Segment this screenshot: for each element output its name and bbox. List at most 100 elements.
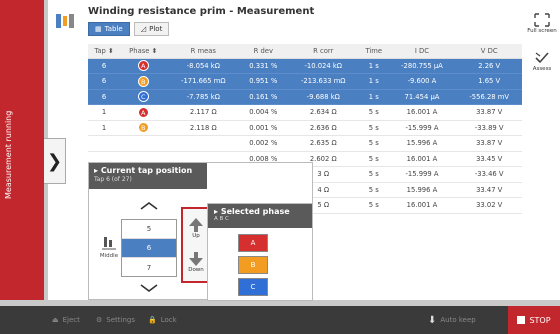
cell-v-dc: -33.89 V	[456, 120, 522, 136]
tap-position-popup: ▸ Current tap position Tap 6 (of 27) Mid…	[88, 162, 313, 301]
assess-icon	[535, 51, 549, 63]
fullscreen-label: Full screen	[527, 27, 557, 34]
table-icon: ▦	[95, 25, 102, 33]
cell-r-dev: 0.161 %	[240, 89, 287, 105]
phase-cell: C	[120, 89, 167, 105]
tab-plot-label: Plot	[149, 25, 163, 33]
col-tap[interactable]: Tap ⬍	[88, 44, 120, 59]
cell-i-dc: 71.454 μA	[387, 89, 457, 105]
table-row[interactable]: 0.002 % 2.635 Ω5 s 15.996 A 33.87 V	[88, 135, 522, 152]
cell-r-corr: -9.688 kΩ	[286, 89, 361, 105]
tab-table-label: Table	[104, 25, 123, 33]
cell-i-dc: 15.996 A	[387, 182, 457, 198]
chevron-down-icon[interactable]	[139, 283, 159, 293]
chevron-up-icon[interactable]	[139, 201, 159, 211]
tap-down-button[interactable]: Down	[188, 251, 204, 273]
cell-i-dc: 16.001 A	[387, 151, 457, 167]
cell-r-corr: -213.633 mΩ	[286, 73, 361, 90]
fullscreen-icon	[534, 12, 550, 27]
side-tools: Full screen Assess	[524, 4, 560, 80]
cell-v-dc: 33.87 V	[456, 135, 522, 152]
table-row[interactable]: 6 A -8.054 kΩ 0.331 % -10.024 kΩ 1 s -280.755 …	[88, 58, 522, 74]
phase-cell: B	[120, 120, 167, 136]
lock-button[interactable]: 🔒 Lock	[148, 313, 177, 327]
cell-r-dev: 0.002 %	[240, 135, 287, 152]
cell-v-dc: 33.47 V	[456, 182, 522, 198]
lock-label: Lock	[160, 316, 177, 324]
phase-a-button[interactable]: A	[238, 234, 268, 252]
cell-time: 5 s	[360, 166, 388, 183]
eject-label: Eject	[62, 316, 80, 324]
table-header: Tap ⬍ Phase ⬍ R meas R dev R corr Time I…	[88, 44, 522, 59]
col-r-meas: R meas	[166, 44, 241, 59]
chevron-right-icon: ❯	[46, 150, 63, 172]
cell-r-meas	[166, 135, 241, 152]
table-row[interactable]: 6 C -7.785 kΩ 0.161 % -9.688 kΩ 1 s 71.454 μA -…	[88, 89, 522, 105]
cell-r-meas: 2.118 Ω	[166, 120, 241, 136]
tap-popup-subtitle: Tap 6 (of 27)	[94, 176, 132, 183]
status-strip: Measurement running	[0, 0, 44, 300]
tab-table[interactable]: ▦ Table	[88, 22, 130, 36]
cell-r-corr: 2.634 Ω	[286, 104, 361, 121]
expand-panel-button[interactable]: ❯	[44, 138, 66, 184]
settings-button[interactable]: ⚙ Settings	[96, 313, 135, 327]
cell-time: 5 s	[360, 120, 388, 136]
phase-popup-header: ▸ Selected phase A B C	[208, 204, 312, 228]
tap-item-selected[interactable]: 6	[122, 239, 176, 258]
fullscreen-button[interactable]: Full screen	[524, 4, 560, 42]
selected-phase-popup: ▸ Selected phase A B C A B C	[207, 203, 313, 301]
cell-i-dc: -15.999 A	[387, 120, 457, 136]
cell-r-dev: 0.331 %	[240, 58, 287, 74]
download-icon: ⬇	[428, 314, 437, 326]
tap-list[interactable]: 5 6 7	[121, 219, 177, 277]
tap-item[interactable]: 7	[122, 258, 176, 277]
autokeep-button[interactable]: ⬇ Auto keep	[428, 313, 476, 327]
tap-item[interactable]: 5	[122, 220, 176, 239]
table-row[interactable]: 6 B -171.665 mΩ 0.951 % -213.633 mΩ 1 s -9.600…	[88, 73, 522, 90]
cell-r-corr: 2.635 Ω	[286, 135, 361, 152]
eject-button[interactable]: ⏏ Eject	[52, 313, 80, 327]
stop-label: STOP	[529, 315, 551, 325]
tap-up-button[interactable]: Up	[188, 217, 204, 239]
cell-v-dc: -33.46 V	[456, 166, 522, 183]
col-time: Time	[360, 44, 388, 59]
col-phase[interactable]: Phase ⬍	[120, 44, 167, 59]
table-row[interactable]: 1 B 2.118 Ω 0.001 % 2.636 Ω5 s -15.999 A -33.8…	[88, 120, 522, 136]
phase-c-icon: C	[137, 91, 149, 103]
phase-cell: A	[120, 58, 167, 74]
cell-i-dc: -15.999 A	[387, 166, 457, 183]
cell-v-dc: 33.02 V	[456, 197, 522, 214]
assess-label: Assess	[532, 65, 552, 72]
cell-v-dc: 33.45 V	[456, 151, 522, 167]
gear-icon: ⚙	[96, 316, 103, 324]
transformer-label: Middle	[99, 253, 119, 259]
assess-button[interactable]: Assess	[524, 42, 560, 80]
phase-c-button[interactable]: C	[238, 278, 268, 296]
cell-r-dev: 0.951 %	[240, 73, 287, 90]
table-row[interactable]: 1 A 2.117 Ω 0.004 % 2.634 Ω5 s 16.001 A 33.87 …	[88, 104, 522, 121]
phase-b-button[interactable]: B	[238, 256, 268, 274]
winding-resistance-icon	[54, 10, 76, 32]
phase-popup-subtitle: A B C	[214, 216, 229, 222]
phase-cell: A	[120, 104, 167, 121]
settings-label: Settings	[106, 316, 135, 324]
cell-v-dc: -556.28 mV	[456, 89, 522, 105]
col-r-corr: R corr	[286, 44, 361, 59]
cell-time: 1 s	[360, 73, 388, 90]
cell-time: 5 s	[360, 104, 388, 121]
phase-a-icon: A	[137, 60, 149, 72]
tab-plot[interactable]: ◿ Plot	[133, 22, 170, 36]
bottom-bar: ⏏ Eject ⚙ Settings 🔒 Lock ⬇ Auto keep ST…	[0, 306, 560, 334]
cell-time: 5 s	[360, 182, 388, 198]
cell-time: 1 s	[360, 89, 388, 105]
cell-time: 5 s	[360, 197, 388, 214]
cell-time: 5 s	[360, 135, 388, 152]
col-r-dev: R dev	[240, 44, 287, 59]
main-window: Winding resistance prim - Measurement ▦ …	[48, 0, 560, 301]
cell-r-dev: 0.004 %	[240, 104, 287, 121]
tap-up-label: Up	[192, 233, 200, 239]
stop-button[interactable]: STOP	[508, 306, 560, 334]
col-v-dc: V DC	[456, 44, 522, 59]
cell-r-meas: -7.785 kΩ	[166, 89, 241, 105]
cell-tap: 1	[88, 120, 120, 136]
